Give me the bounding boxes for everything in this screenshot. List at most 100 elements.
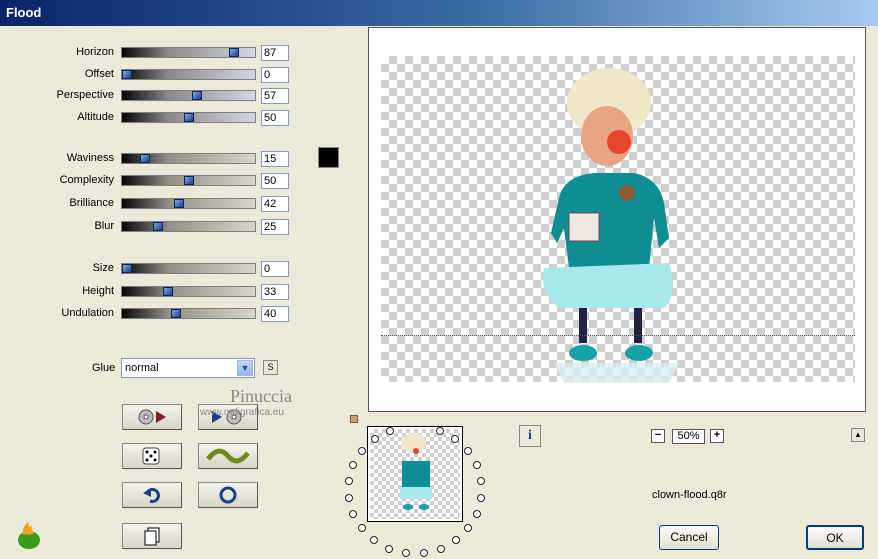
dial-dot[interactable] xyxy=(386,427,394,435)
brilliance-slider-thumb[interactable] xyxy=(174,199,184,208)
flaming-pear-logo-icon xyxy=(18,522,40,549)
horizon-line xyxy=(381,335,855,336)
reset-button[interactable] xyxy=(198,482,258,508)
watermark-url: www.mdigrafica.eu xyxy=(200,407,284,418)
height-label: Height xyxy=(82,285,114,297)
dial-dot[interactable] xyxy=(345,477,353,485)
blur-value-field[interactable]: 25 xyxy=(261,219,289,235)
zoom-in-button[interactable]: + xyxy=(710,429,724,443)
dial-dot[interactable] xyxy=(358,447,366,455)
dial-dot[interactable] xyxy=(436,427,444,435)
dial-dot[interactable] xyxy=(358,524,366,532)
perspective-label: Perspective xyxy=(56,89,114,101)
zoom-out-button[interactable]: − xyxy=(651,429,665,443)
dial-dot[interactable] xyxy=(385,545,393,553)
dice-button[interactable] xyxy=(122,443,182,469)
collapse-up-button[interactable]: ▲ xyxy=(851,428,865,442)
dial-dot[interactable] xyxy=(345,494,353,502)
info-button[interactable]: i xyxy=(519,425,541,447)
glue-label: Glue xyxy=(92,362,116,374)
preset-filename: clown-flood.q8r xyxy=(652,489,727,501)
offset-slider[interactable] xyxy=(121,69,256,80)
dial-dot[interactable] xyxy=(473,510,481,518)
glue-select[interactable]: normal ▼ xyxy=(121,358,255,378)
complexity-value-field[interactable]: 50 xyxy=(261,173,289,189)
undulation-slider[interactable] xyxy=(121,308,256,319)
dial-dot[interactable] xyxy=(370,536,378,544)
watermark-name: Pinuccia xyxy=(230,386,292,406)
dial-dot[interactable] xyxy=(420,549,428,557)
zoom-level: 50% xyxy=(672,429,705,444)
dial-dot[interactable] xyxy=(473,461,481,469)
dial-dot[interactable] xyxy=(464,447,472,455)
copy-button[interactable] xyxy=(122,523,182,549)
ok-button[interactable]: OK xyxy=(806,525,864,550)
altitude-slider-thumb[interactable] xyxy=(184,113,194,122)
title-bar: Flood xyxy=(0,0,878,26)
height-slider-thumb[interactable] xyxy=(163,287,173,296)
dial-dot[interactable] xyxy=(349,510,357,518)
undulation-label: Undulation xyxy=(61,307,114,319)
horizon-label: Horizon xyxy=(76,46,114,58)
dial-dot[interactable] xyxy=(349,461,357,469)
altitude-slider[interactable] xyxy=(121,112,256,123)
size-slider[interactable] xyxy=(121,263,256,274)
dial-dot[interactable] xyxy=(451,435,459,443)
window-title: Flood xyxy=(6,5,42,20)
complexity-slider[interactable] xyxy=(121,175,256,186)
waviness-slider[interactable] xyxy=(121,153,256,164)
brilliance-slider[interactable] xyxy=(121,198,256,209)
offset-label: Offset xyxy=(84,68,114,80)
offset-slider-thumb[interactable] xyxy=(122,70,132,79)
blur-slider-thumb[interactable] xyxy=(153,222,163,231)
complexity-slider-thumb[interactable] xyxy=(184,176,194,185)
wave-icon xyxy=(206,448,250,464)
glue-select-value: normal xyxy=(125,362,159,374)
glue-s-button[interactable]: S xyxy=(263,360,278,375)
randomize-preview-icon xyxy=(138,409,166,425)
size-label: Size xyxy=(92,262,114,274)
dial-dot[interactable] xyxy=(437,545,445,553)
size-slider-thumb[interactable] xyxy=(122,264,132,273)
reset-icon xyxy=(219,486,237,504)
chevron-down-icon[interactable]: ▼ xyxy=(237,360,253,376)
undulation-slider-thumb[interactable] xyxy=(171,309,181,318)
brilliance-label: Brilliance xyxy=(69,197,114,209)
undo-button[interactable] xyxy=(122,482,182,508)
cancel-button[interactable]: Cancel xyxy=(659,525,719,550)
waviness-slider-thumb[interactable] xyxy=(140,154,150,163)
perspective-slider-thumb[interactable] xyxy=(192,91,202,100)
blur-slider[interactable] xyxy=(121,221,256,232)
flood-color-swatch[interactable] xyxy=(318,147,339,168)
height-value-field[interactable]: 33 xyxy=(261,284,289,300)
dial-dot[interactable] xyxy=(371,435,379,443)
copy-icon xyxy=(144,527,160,546)
horizon-slider-thumb[interactable] xyxy=(229,48,239,57)
height-slider[interactable] xyxy=(121,286,256,297)
randomize-preview-button[interactable] xyxy=(122,404,182,430)
perspective-value-field[interactable]: 57 xyxy=(261,88,289,104)
perspective-slider[interactable] xyxy=(121,90,256,101)
navigator-thumbnail[interactable] xyxy=(367,426,463,522)
brilliance-value-field[interactable]: 42 xyxy=(261,196,289,212)
size-value-field[interactable]: 0 xyxy=(261,261,289,277)
horizon-value-field[interactable]: 87 xyxy=(261,45,289,61)
waviness-value-field[interactable]: 15 xyxy=(261,151,289,167)
offset-value-field[interactable]: 0 xyxy=(261,67,289,83)
dice-icon xyxy=(142,447,160,465)
altitude-value-field[interactable]: 50 xyxy=(261,110,289,126)
clown-thumbnail-image xyxy=(400,433,432,510)
horizon-slider[interactable] xyxy=(121,47,256,58)
dial-dot[interactable] xyxy=(477,477,485,485)
dial-dot[interactable] xyxy=(402,549,410,557)
navigator-handle[interactable] xyxy=(350,415,358,423)
undo-icon xyxy=(143,488,160,503)
dial-dot[interactable] xyxy=(464,524,472,532)
preview-pane[interactable] xyxy=(368,27,866,412)
dial-dot[interactable] xyxy=(477,494,485,502)
waviness-label: Waviness xyxy=(66,152,114,164)
altitude-label: Altitude xyxy=(77,111,114,123)
wave-button[interactable] xyxy=(198,443,258,469)
undulation-value-field[interactable]: 40 xyxy=(261,306,289,322)
dial-dot[interactable] xyxy=(452,536,460,544)
